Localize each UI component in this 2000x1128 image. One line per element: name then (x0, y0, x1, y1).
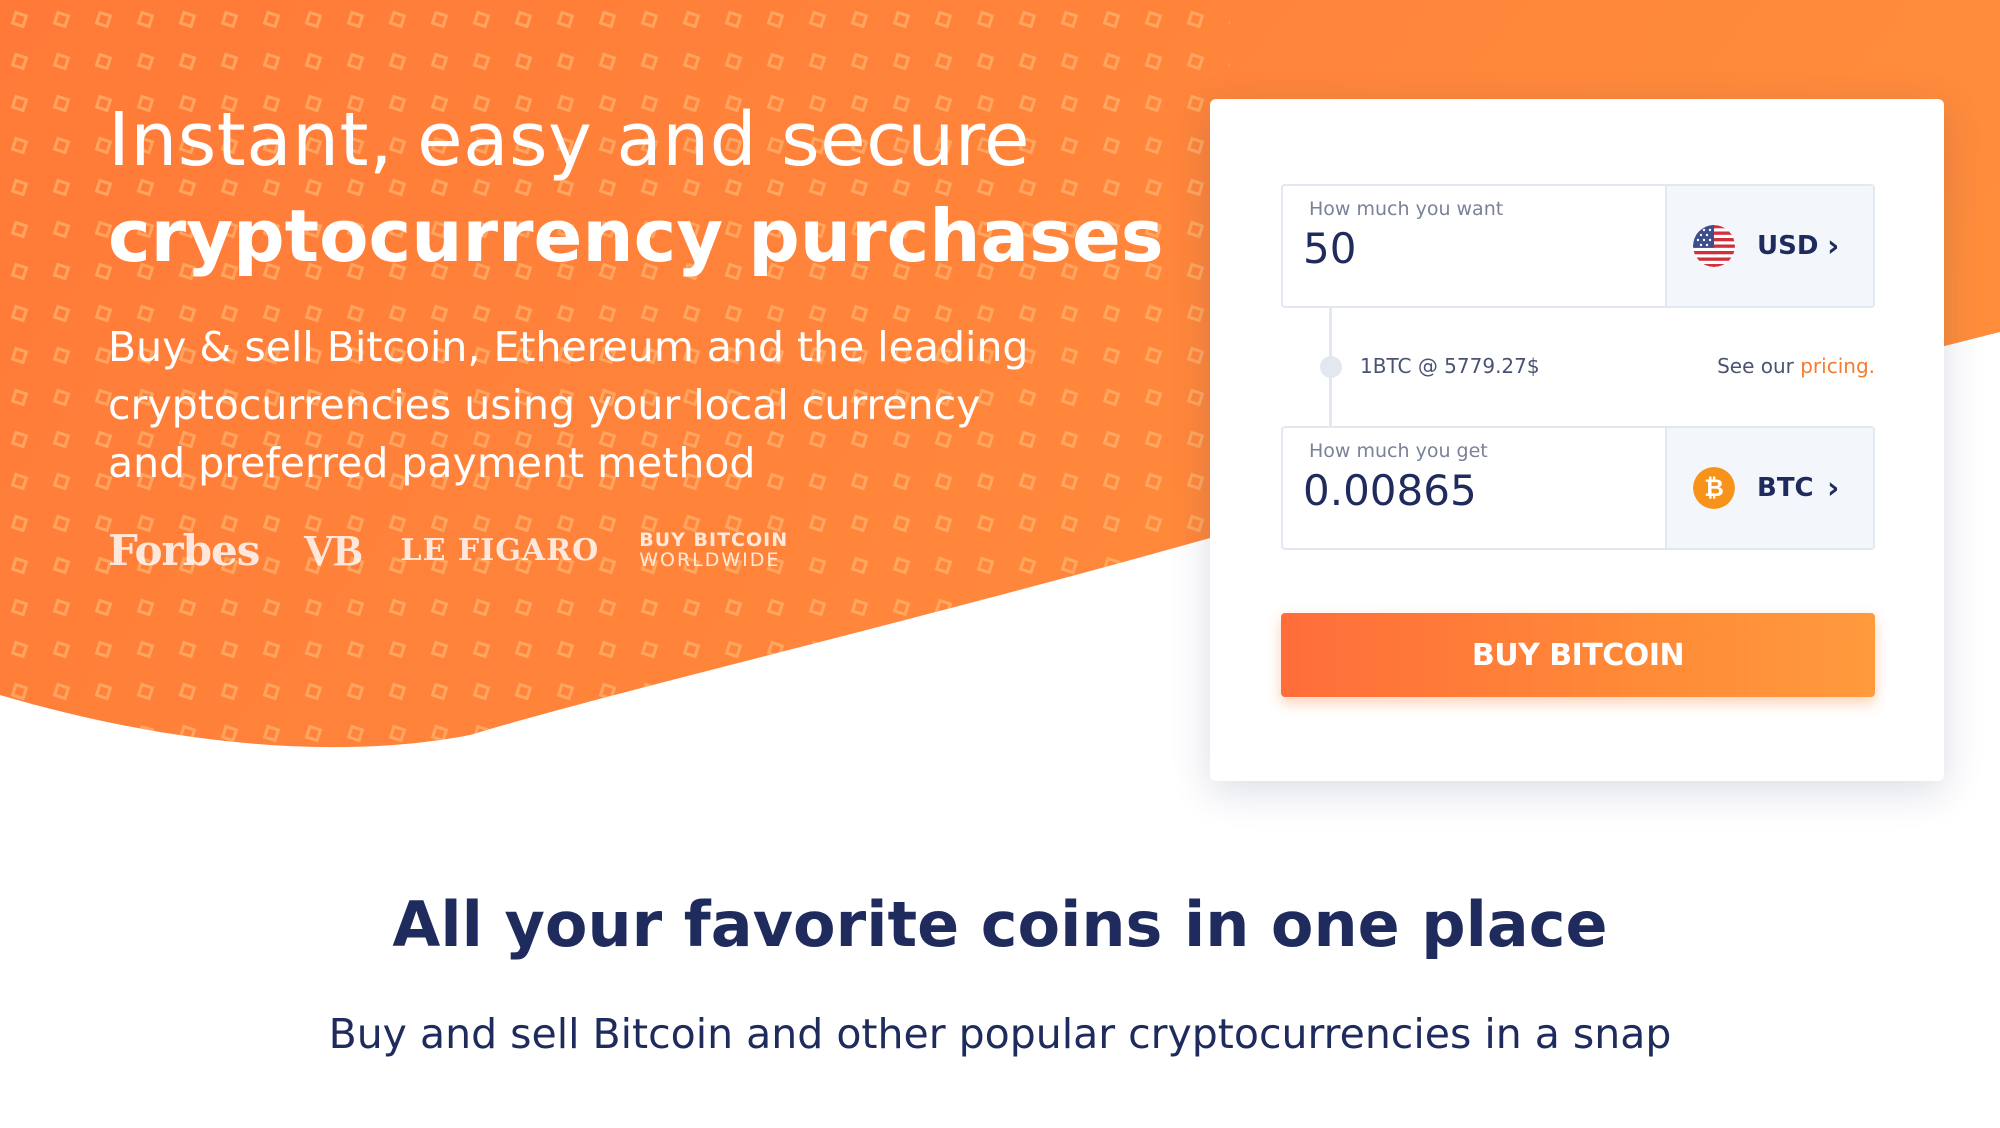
vb-logo: VB (303, 525, 362, 575)
forbes-logo: Forbes (108, 525, 260, 575)
buy-bitcoin-button[interactable]: BUY BITCOIN (1281, 613, 1875, 697)
le-figaro-logo: LE FIGARO (400, 532, 600, 568)
section-subtitle: Buy and sell Bitcoin and other popular c… (328, 1010, 1672, 1058)
pricing-note: See our pricing. (1717, 354, 1875, 378)
exchange-rate: 1BTC @ 5779.27$ (1360, 354, 1540, 378)
get-amount-label: How much you get (1309, 440, 1488, 462)
rate-connector-dot (1320, 356, 1342, 378)
buy-bitcoin-worldwide-logo: BUY BITCOIN WORLDWIDE (639, 530, 788, 570)
chevron-right-icon: › (1827, 470, 1840, 506)
pricing-prefix: See our (1717, 354, 1801, 378)
svg-text:₿: ₿ (1704, 474, 1724, 502)
want-currency-code: USD (1757, 231, 1819, 261)
get-currency-code: BTC (1757, 473, 1814, 503)
want-amount-label: How much you want (1309, 198, 1504, 220)
want-currency-selector[interactable]: USD › (1665, 186, 1873, 306)
bbw-logo-line2: WORLDWIDE (639, 549, 781, 571)
want-amount-field: How much you want 50 USD › (1281, 184, 1875, 308)
get-amount-field: How much you get 0.00865 ₿ BTC › (1281, 426, 1875, 550)
get-currency-selector[interactable]: ₿ BTC › (1665, 428, 1873, 548)
chevron-right-icon: › (1827, 228, 1840, 264)
press-logos: Forbes VB LE FIGARO BUY BITCOIN WORLDWID… (108, 520, 788, 580)
hero-subtitle: Buy & sell Bitcoin, Ethereum and the lea… (108, 323, 1029, 487)
want-amount-value[interactable]: 50 (1303, 224, 1356, 273)
want-amount-input[interactable]: How much you want 50 (1283, 186, 1665, 306)
pricing-link[interactable]: pricing. (1800, 354, 1875, 378)
us-flag-icon (1693, 225, 1735, 267)
section-title: All your favorite coins in one place (392, 888, 1608, 961)
purchase-widget: How much you want 50 USD › 1BTC @ 5779.2… (1210, 99, 1944, 781)
bitcoin-icon: ₿ (1693, 467, 1735, 509)
hero-title-line1: Instant, easy and secure (108, 97, 1031, 183)
hero-title-line2: cryptocurrency purchases (108, 194, 1164, 278)
hero-copy: Instant, easy and secure cryptocurrency … (108, 92, 1164, 492)
bbw-logo-line1: BUY BITCOIN (639, 529, 789, 551)
get-amount-input[interactable]: How much you get 0.00865 (1283, 428, 1665, 548)
get-amount-value[interactable]: 0.00865 (1303, 466, 1477, 515)
